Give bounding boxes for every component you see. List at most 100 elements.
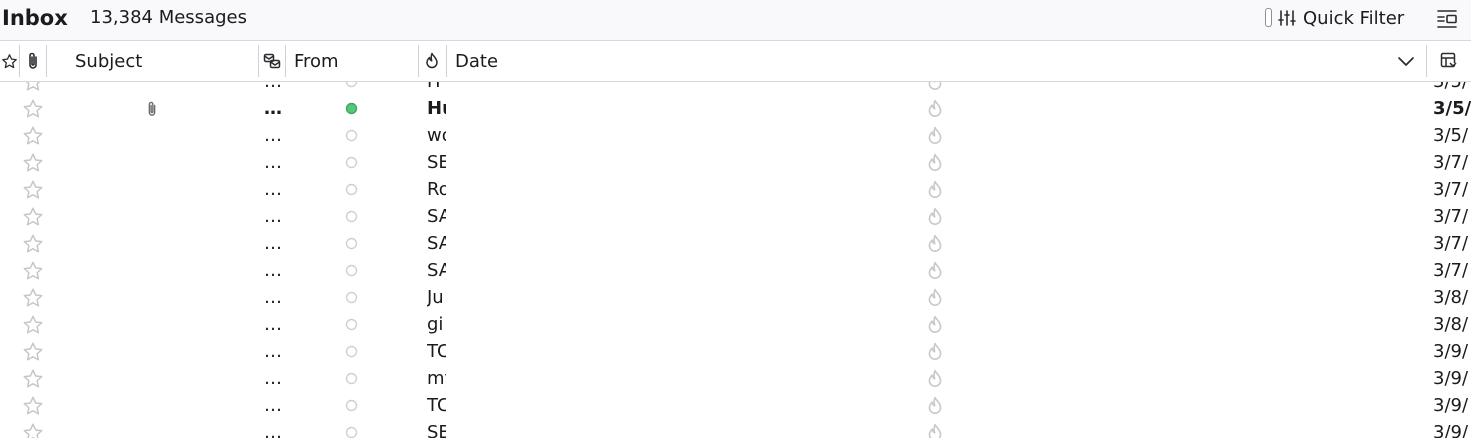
message-date: 3/8/	[1433, 314, 1469, 335]
message-row[interactable]: … Ro 3/7/	[0, 176, 1471, 203]
message-date: 3/9/	[1433, 368, 1469, 389]
read-indicator[interactable]	[345, 230, 358, 257]
paperclip-icon	[145, 95, 159, 122]
subject-column-label: Subject	[75, 50, 143, 72]
junk-icon[interactable]	[926, 257, 944, 284]
attachment-column-header[interactable]	[20, 41, 46, 81]
message-subject: …	[264, 179, 282, 200]
message-subject: …	[264, 422, 282, 438]
message-row[interactable]: … SE 3/9/	[0, 419, 1471, 438]
folder-name: Inbox	[2, 6, 68, 30]
message-count: 13,384 Messages	[90, 7, 247, 28]
star-icon[interactable]	[22, 122, 44, 149]
star-icon[interactable]	[22, 176, 44, 203]
message-date: 3/5/	[1433, 125, 1469, 146]
star-column-header[interactable]	[0, 41, 19, 81]
read-indicator[interactable]	[345, 311, 358, 338]
star-icon[interactable]	[22, 338, 44, 365]
message-row[interactable]: … wo 3/5/	[0, 122, 1471, 149]
message-row[interactable]: … gi 3/8/	[0, 311, 1471, 338]
column-picker-button[interactable]	[1427, 41, 1471, 81]
message-subject: …	[264, 260, 282, 281]
junk-icon[interactable]	[926, 230, 944, 257]
date-column-header[interactable]: Date	[455, 41, 1425, 81]
read-indicator[interactable]	[345, 122, 358, 149]
message-row[interactable]: … SE 3/7/	[0, 149, 1471, 176]
star-icon[interactable]	[22, 284, 44, 311]
message-date: 3/7/	[1433, 152, 1469, 173]
quick-filter-label: Quick Filter	[1303, 7, 1405, 29]
message-subject: …	[264, 341, 282, 362]
message-row[interactable]: … SA 3/7/	[0, 230, 1471, 257]
star-icon	[2, 53, 17, 68]
star-icon[interactable]	[22, 419, 44, 438]
message-row[interactable]: … TC 3/9/	[0, 392, 1471, 419]
junk-icon[interactable]	[926, 311, 944, 338]
subject-column-header[interactable]: Subject	[75, 41, 255, 81]
message-date: 3/9/	[1433, 395, 1469, 416]
read-indicator[interactable]	[345, 338, 358, 365]
message-from: SA	[427, 260, 446, 281]
message-from: my	[427, 368, 446, 389]
message-from: Hu	[427, 98, 446, 119]
star-icon[interactable]	[22, 311, 44, 338]
quick-filter-button[interactable]: Quick Filter	[1278, 4, 1404, 32]
star-icon[interactable]	[22, 95, 44, 122]
junk-icon[interactable]	[926, 284, 944, 311]
star-icon[interactable]	[22, 257, 44, 284]
read-indicator[interactable]	[345, 419, 358, 438]
message-subject: …	[264, 233, 282, 254]
message-subject: …	[264, 395, 282, 416]
thread-column-header[interactable]	[259, 41, 284, 81]
message-from: SA	[427, 206, 446, 227]
thread-icon	[263, 53, 280, 69]
date-column-label: Date	[455, 50, 499, 72]
message-subject: …	[264, 287, 282, 308]
star-icon[interactable]	[22, 203, 44, 230]
junk-icon[interactable]	[926, 122, 944, 149]
column-header-row: Subject From Date	[0, 41, 1471, 82]
junk-icon[interactable]	[926, 338, 944, 365]
list-layout-icon[interactable]	[1436, 8, 1458, 30]
star-icon[interactable]	[22, 230, 44, 257]
read-indicator[interactable]	[345, 284, 358, 311]
message-from: wo	[427, 125, 446, 146]
star-icon[interactable]	[22, 149, 44, 176]
junk-column-header[interactable]	[419, 41, 445, 81]
quick-filter-toggle[interactable]	[1265, 8, 1272, 27]
message-row[interactable]: … Ju 3/8/	[0, 284, 1471, 311]
junk-icon[interactable]	[926, 365, 944, 392]
message-row[interactable]: … SA 3/7/	[0, 257, 1471, 284]
thread-pane-header: Inbox 13,384 Messages Quick Filter	[0, 0, 1471, 41]
read-indicator[interactable]	[345, 82, 358, 95]
junk-icon[interactable]	[926, 82, 944, 95]
message-row[interactable]: … TC 3/9/	[0, 338, 1471, 365]
star-icon[interactable]	[22, 82, 44, 95]
message-subject: …	[264, 314, 282, 335]
junk-icon[interactable]	[926, 95, 944, 122]
message-date: 3/7/	[1433, 233, 1469, 254]
message-from: TC	[427, 341, 446, 362]
star-icon[interactable]	[22, 365, 44, 392]
junk-icon[interactable]	[926, 419, 944, 438]
message-row[interactable]: … my 3/9/	[0, 365, 1471, 392]
junk-icon[interactable]	[926, 149, 944, 176]
unread-indicator[interactable]	[345, 95, 358, 122]
read-indicator[interactable]	[345, 257, 358, 284]
read-indicator[interactable]	[345, 149, 358, 176]
message-date: 3/9/	[1433, 422, 1469, 438]
junk-icon	[426, 52, 438, 69]
read-indicator[interactable]	[345, 203, 358, 230]
message-row[interactable]: … H 3/5/	[0, 82, 1471, 95]
message-row[interactable]: … SA 3/7/	[0, 203, 1471, 230]
message-list: … H 3/5/ … Hu 3/5/ … wo 3/5/ … SE 3/7/ … Ro 3/7/ … SA 3/7…	[0, 82, 1471, 438]
junk-icon[interactable]	[926, 203, 944, 230]
read-indicator[interactable]	[345, 365, 358, 392]
junk-icon[interactable]	[926, 176, 944, 203]
message-row[interactable]: … Hu 3/5/	[0, 95, 1471, 122]
from-column-header[interactable]: From	[294, 41, 414, 81]
read-indicator[interactable]	[345, 392, 358, 419]
junk-icon[interactable]	[926, 392, 944, 419]
read-indicator[interactable]	[345, 176, 358, 203]
star-icon[interactable]	[22, 392, 44, 419]
